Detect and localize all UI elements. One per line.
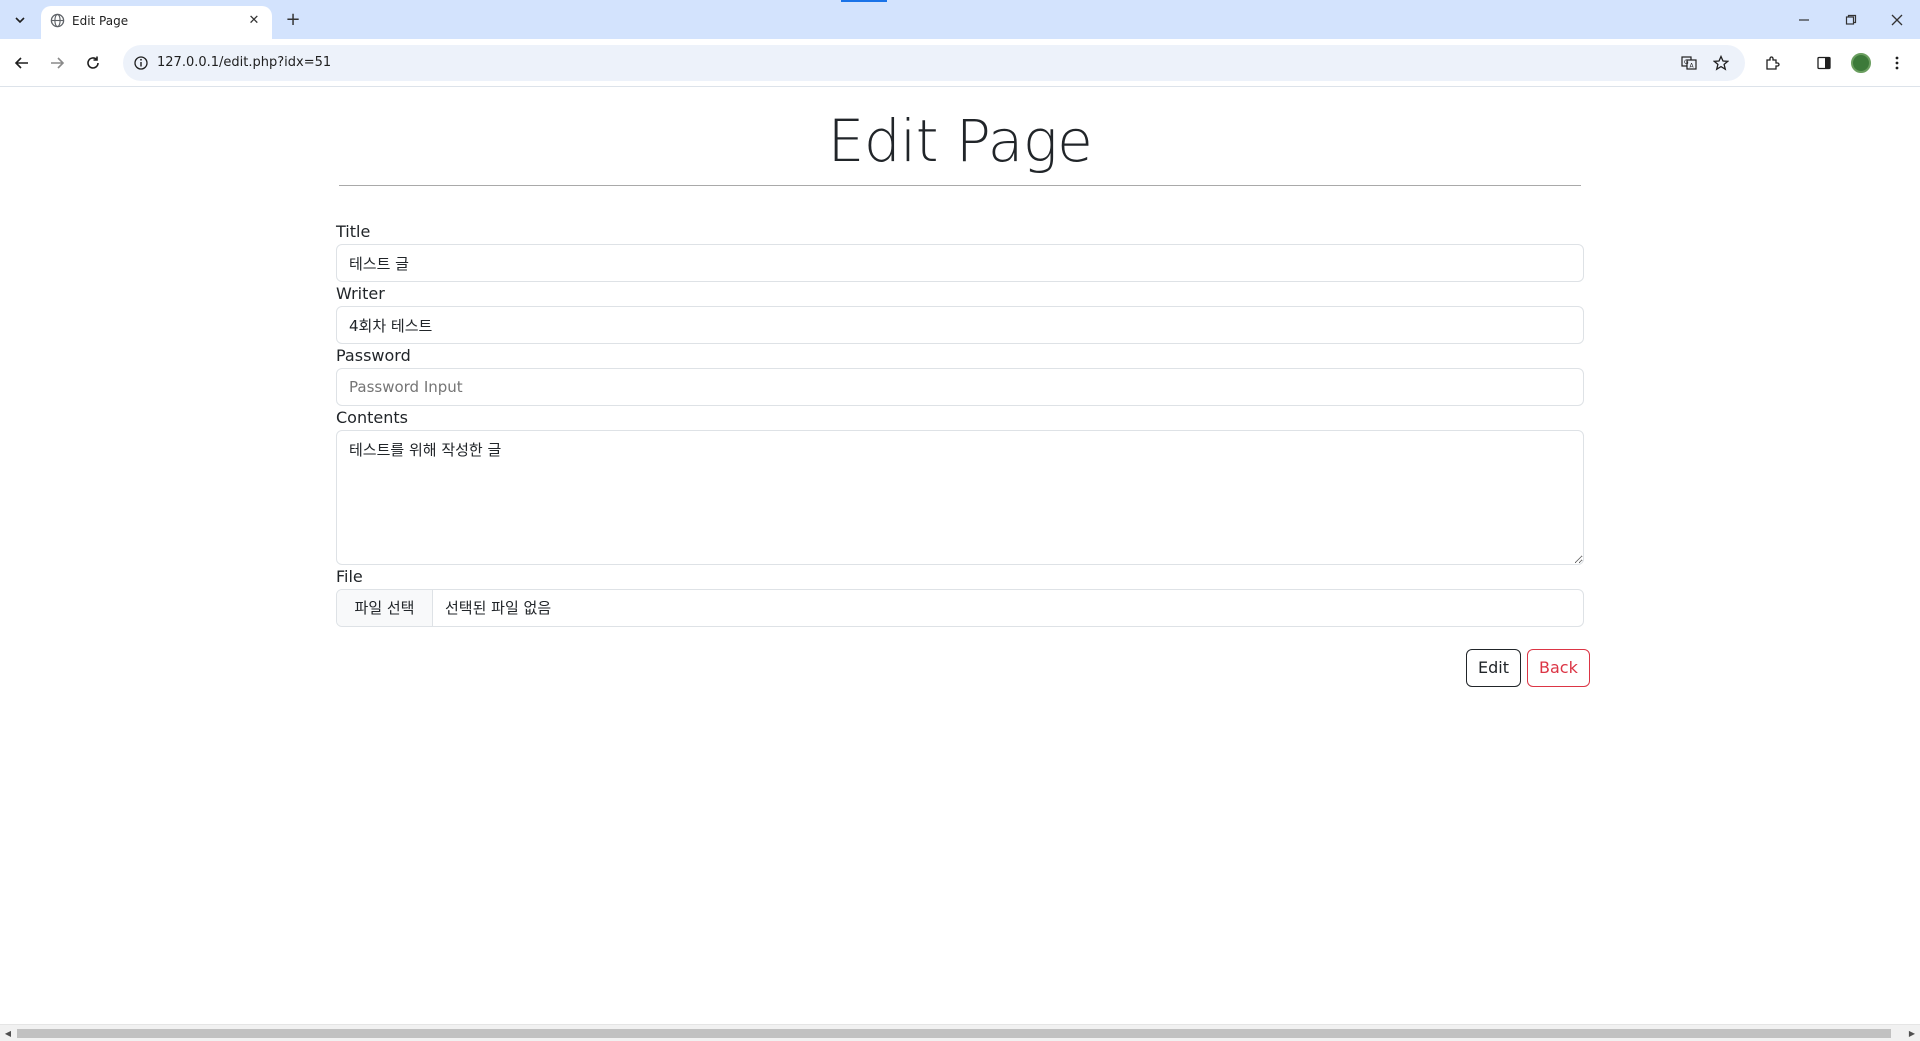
scroll-right-arrow-icon[interactable]: ▶ — [1906, 1028, 1918, 1040]
edit-form: Title Writer Password Contents 테스트를 위해 작… — [336, 220, 1584, 627]
scroll-left-arrow-icon[interactable]: ◀ — [2, 1028, 14, 1040]
more-menu-icon[interactable] — [1885, 51, 1909, 75]
back-arrow-icon[interactable] — [10, 51, 34, 75]
password-input[interactable] — [336, 368, 1584, 406]
extensions-puzzle-icon[interactable] — [1760, 51, 1784, 75]
choose-file-button[interactable]: 파일 선택 — [337, 590, 433, 626]
tab-search-chevron-icon[interactable] — [6, 9, 34, 31]
tab-title: Edit Page — [72, 14, 129, 28]
browser-tab-strip: Edit Page ✕ + — [0, 0, 1920, 39]
back-button[interactable]: Back — [1526, 649, 1590, 687]
browser-toolbar: 127.0.0.1/edit.php?idx=51 GA — [0, 39, 1920, 87]
title-label: Title — [336, 222, 371, 241]
scrollbar-thumb[interactable] — [17, 1029, 1891, 1038]
file-input[interactable]: 파일 선택 선택된 파일 없음 — [336, 589, 1584, 627]
profile-avatar[interactable] — [1851, 53, 1871, 73]
contents-textarea[interactable]: 테스트를 위해 작성한 글 — [336, 430, 1584, 565]
title-input[interactable] — [336, 244, 1584, 282]
window-close-icon[interactable] — [1885, 8, 1909, 32]
address-bar[interactable]: 127.0.0.1/edit.php?idx=51 GA — [123, 45, 1745, 81]
form-actions: Edit Back — [1466, 649, 1590, 687]
page-content: Edit Page Title Writer Password Contents… — [0, 87, 1920, 1024]
file-label: File — [336, 567, 363, 586]
forward-arrow-icon[interactable] — [45, 51, 69, 75]
file-status-text: 선택된 파일 없음 — [445, 599, 552, 617]
reload-icon[interactable] — [81, 51, 105, 75]
translate-icon[interactable]: GA — [1679, 53, 1699, 73]
svg-text:G: G — [1684, 59, 1689, 66]
new-tab-plus-icon[interactable]: + — [281, 8, 305, 32]
contents-label: Contents — [336, 408, 408, 427]
edit-button[interactable]: Edit — [1466, 649, 1521, 687]
writer-label: Writer — [336, 284, 385, 303]
password-label: Password — [336, 346, 411, 365]
minimize-icon[interactable] — [1792, 8, 1816, 32]
title-divider — [339, 185, 1581, 186]
site-info-icon[interactable] — [131, 53, 151, 73]
address-url: 127.0.0.1/edit.php?idx=51 — [157, 55, 332, 70]
browser-tab[interactable]: Edit Page ✕ — [41, 6, 272, 39]
page-title: Edit Page — [827, 107, 1093, 175]
side-panel-icon[interactable] — [1812, 51, 1836, 75]
writer-input[interactable] — [336, 306, 1584, 344]
horizontal-scrollbar[interactable]: ◀ ▶ — [0, 1024, 1920, 1041]
bookmark-star-icon[interactable] — [1711, 53, 1731, 73]
restore-icon[interactable] — [1839, 8, 1863, 32]
globe-icon — [50, 13, 65, 28]
tab-close-icon[interactable]: ✕ — [244, 11, 264, 31]
tab-drag-indicator — [841, 0, 887, 2]
